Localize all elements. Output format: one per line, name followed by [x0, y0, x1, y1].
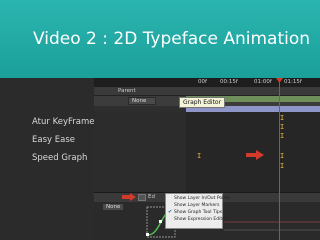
graph-grid	[224, 221, 320, 231]
graph-options-menu: Show Layer In/Out Points Show Layer Mark…	[165, 193, 230, 229]
red-arrow-icon	[246, 150, 264, 160]
keyframe-marker[interactable]: I	[280, 162, 284, 170]
playhead-line[interactable]	[279, 78, 280, 240]
checkmark-icon: ✔	[168, 209, 173, 215]
after-effects-screenshot: 00f 00:15f 01:00f 01:15f Parent None Gra…	[94, 78, 320, 240]
menu-item[interactable]: Show Expression Editor	[174, 217, 227, 222]
ruler-tick: 00:15f	[220, 79, 238, 85]
title-banner: Video 2 : 2D Typeface Animation	[0, 0, 320, 78]
bullet-item: Easy Ease	[32, 135, 75, 145]
time-ruler[interactable]: 00f 00:15f 01:00f 01:15f	[94, 78, 320, 87]
graph-editor-label: Ed	[148, 194, 155, 200]
bullet-list: Atur KeyFrame Easy Ease Speed Graph	[32, 113, 94, 167]
ruler-tick: 01:15f	[284, 79, 302, 85]
keyframe-marker[interactable]: I	[280, 152, 284, 160]
menu-item[interactable]: Show Layer Markers	[174, 203, 219, 208]
keyframe-marker[interactable]: I	[197, 152, 201, 160]
bullet-item: Speed Graph	[32, 153, 88, 163]
ruler-tick: 01:00f	[254, 79, 272, 85]
red-arrow-icon	[122, 193, 136, 201]
ruler-tick: 00f	[198, 79, 207, 85]
keyframe-marker[interactable]: I	[280, 123, 284, 131]
graph-editor-tooltip: Graph Editor	[179, 97, 226, 108]
keyframe-marker[interactable]: I	[280, 114, 284, 122]
menu-item[interactable]: Show Layer In/Out Points	[174, 196, 230, 201]
keyframe-marker[interactable]: I	[280, 132, 284, 140]
bullet-item: Atur KeyFrame	[32, 117, 95, 127]
graph-parent-dropdown[interactable]: None	[102, 203, 124, 211]
parent-dropdown[interactable]: None	[128, 97, 156, 105]
layer-properties-panel	[94, 112, 186, 192]
graph-editor-button[interactable]	[138, 194, 146, 201]
parent-column-label: Parent	[118, 88, 136, 94]
slide-title: Video 2 : 2D Typeface Animation	[33, 29, 311, 49]
menu-item[interactable]: Show Graph Tool Tips	[174, 210, 222, 215]
